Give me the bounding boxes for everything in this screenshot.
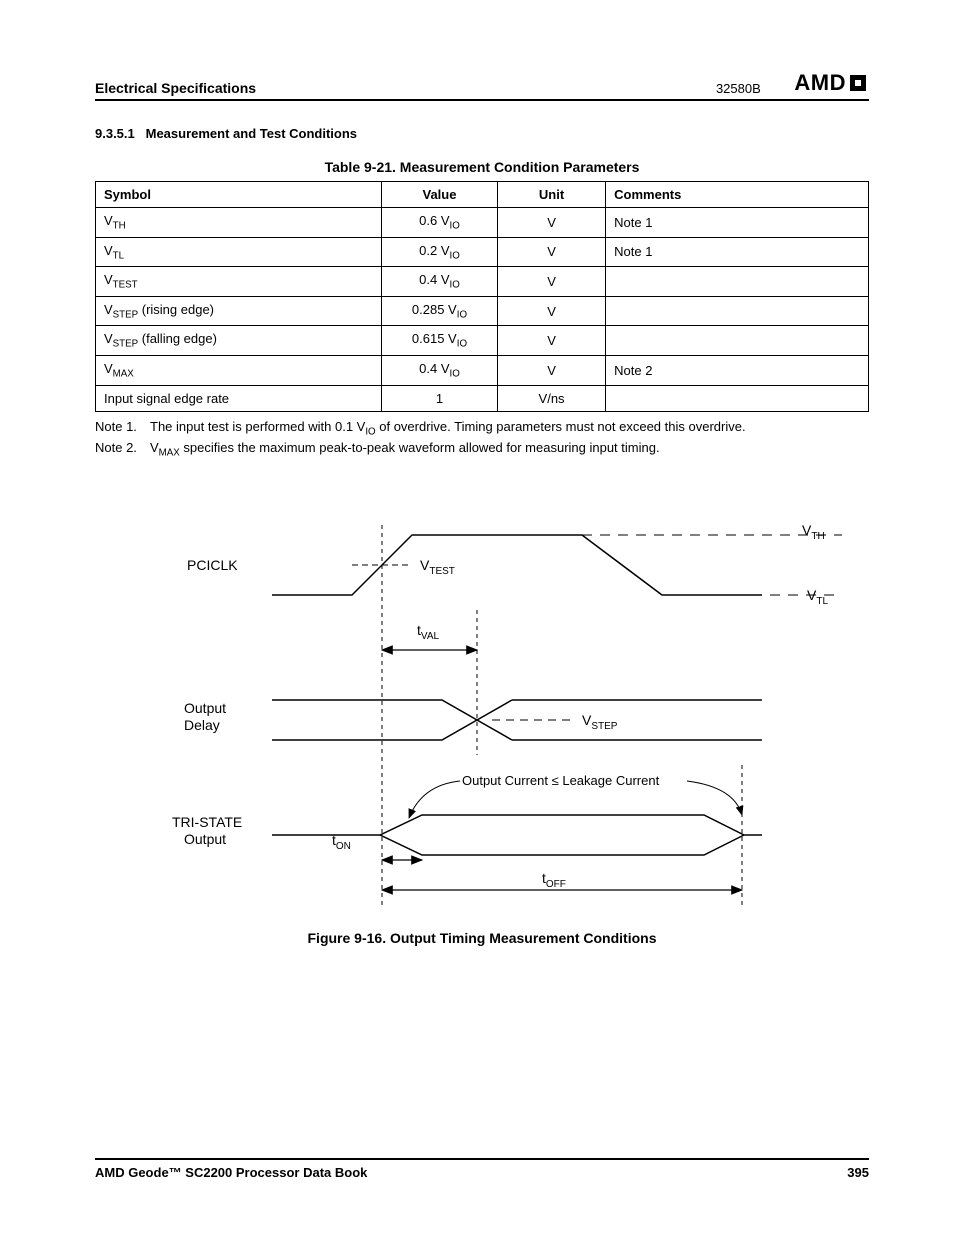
cell-unit: V <box>497 296 605 326</box>
cell-unit: V <box>497 355 605 385</box>
label-vth: VTH <box>802 522 825 542</box>
label-leakage: Output Current ≤ Leakage Current <box>462 773 660 788</box>
cell-value: 0.4 VIO <box>382 355 498 385</box>
cell-symbol: VSTEP (falling edge) <box>96 326 382 356</box>
amd-arrow-icon <box>847 72 869 94</box>
table-row: VSTEP (falling edge)0.615 VIOV <box>96 326 869 356</box>
header-section-title: Electrical Specifications <box>95 80 256 96</box>
cell-value: 0.4 VIO <box>382 267 498 297</box>
page-footer: AMD Geode™ SC2200 Processor Data Book 39… <box>95 1158 869 1180</box>
footer-page-number: 395 <box>847 1165 869 1180</box>
cell-value: 0.285 VIO <box>382 296 498 326</box>
note-2: Note 2. VMAX specifies the maximum peak-… <box>95 439 869 460</box>
table-row: VTL0.2 VIOVNote 1 <box>96 237 869 267</box>
timing-figure: PCICLK VTH VTL VTEST tVAL Output Delay V… <box>95 515 869 946</box>
cell-value: 0.6 VIO <box>382 208 498 238</box>
table-row: VMAX0.4 VIOVNote 2 <box>96 355 869 385</box>
cell-symbol: VSTEP (rising edge) <box>96 296 382 326</box>
label-vtl: VTL <box>807 587 828 607</box>
th-comments: Comments <box>606 182 869 208</box>
cell-comments <box>606 267 869 297</box>
svg-text:Output: Output <box>184 831 226 847</box>
cell-comments <box>606 385 869 411</box>
note-1: Note 1. The input test is performed with… <box>95 418 869 439</box>
cell-comments <box>606 296 869 326</box>
table-notes: Note 1. The input test is performed with… <box>95 418 869 460</box>
cell-value: 0.2 VIO <box>382 237 498 267</box>
cell-symbol: VTH <box>96 208 382 238</box>
figure-caption: Figure 9-16. Output Timing Measurement C… <box>95 930 869 946</box>
table-row: VTEST0.4 VIOV <box>96 267 869 297</box>
table-title: Table 9-21. Measurement Condition Parame… <box>95 159 869 175</box>
table-row: Input signal edge rate1V/ns <box>96 385 869 411</box>
section-heading: 9.3.5.1 Measurement and Test Conditions <box>95 126 869 141</box>
th-value: Value <box>382 182 498 208</box>
cell-unit: V/ns <box>497 385 605 411</box>
table-row: VTH0.6 VIOVNote 1 <box>96 208 869 238</box>
label-pciclk: PCICLK <box>187 557 238 573</box>
label-toff: tOFF <box>542 870 566 890</box>
cell-symbol: VTL <box>96 237 382 267</box>
cell-unit: V <box>497 326 605 356</box>
table-row: VSTEP (rising edge)0.285 VIOV <box>96 296 869 326</box>
cell-comments: Note 2 <box>606 355 869 385</box>
cell-symbol: Input signal edge rate <box>96 385 382 411</box>
cell-value: 0.615 VIO <box>382 326 498 356</box>
cell-unit: V <box>497 208 605 238</box>
th-symbol: Symbol <box>96 182 382 208</box>
th-unit: Unit <box>497 182 605 208</box>
label-tval: tVAL <box>417 622 439 642</box>
footer-left: AMD Geode™ SC2200 Processor Data Book <box>95 1165 367 1180</box>
cell-unit: V <box>497 267 605 297</box>
parameters-table: Symbol Value Unit Comments VTH0.6 VIOVNo… <box>95 181 869 412</box>
cell-unit: V <box>497 237 605 267</box>
cell-comments: Note 1 <box>606 237 869 267</box>
svg-text:Delay: Delay <box>184 717 220 733</box>
cell-symbol: VMAX <box>96 355 382 385</box>
amd-logo: AMD <box>794 70 869 96</box>
label-vstep: VSTEP <box>582 712 618 732</box>
cell-comments <box>606 326 869 356</box>
cell-symbol: VTEST <box>96 267 382 297</box>
label-tristate: TRI-STATE <box>172 814 242 830</box>
label-output-delay: Output <box>184 700 226 716</box>
page-header: Electrical Specifications 32580B AMD <box>95 70 869 101</box>
label-vtest: VTEST <box>420 557 455 577</box>
cell-comments: Note 1 <box>606 208 869 238</box>
header-doc-code: 32580B <box>716 81 761 96</box>
cell-value: 1 <box>382 385 498 411</box>
